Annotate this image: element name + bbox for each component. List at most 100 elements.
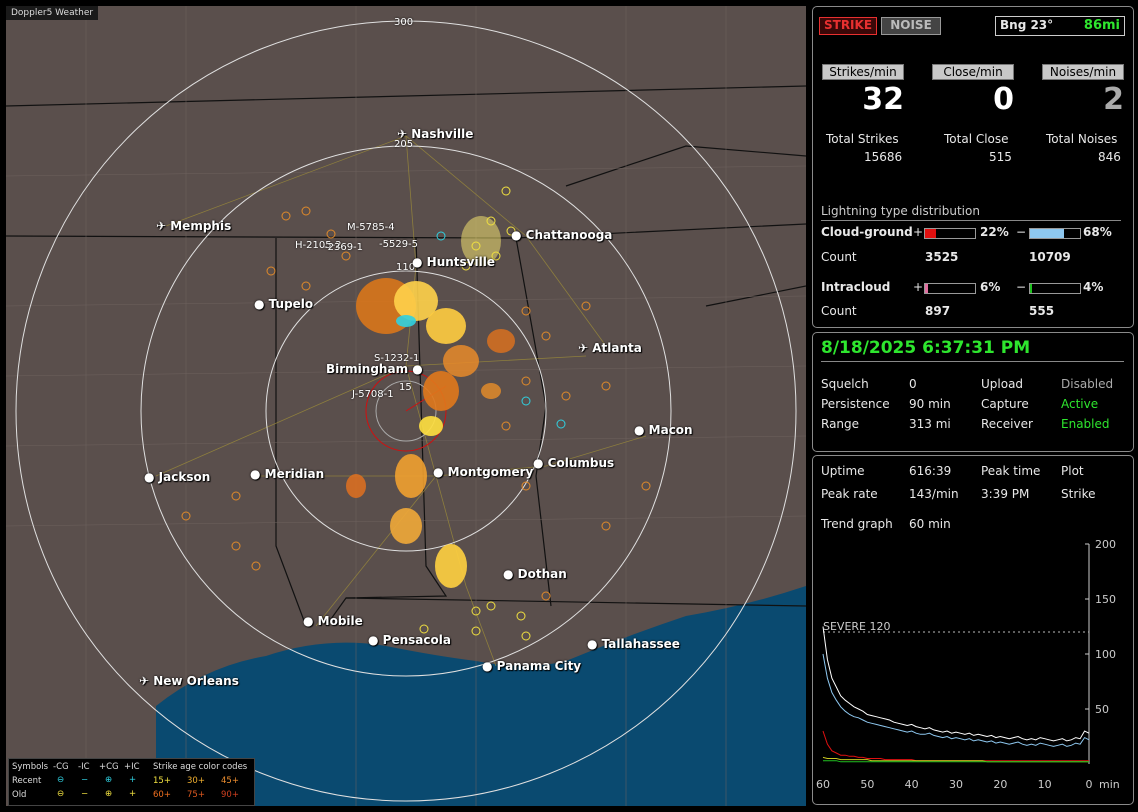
legend-recent-label: Recent bbox=[12, 776, 42, 786]
cg-negative-count: 10709 bbox=[1029, 250, 1071, 264]
strikes-per-min-header: Strikes/min bbox=[822, 64, 904, 80]
upload-label: Upload bbox=[981, 377, 1024, 391]
pos-ic-recent-icon: + bbox=[129, 775, 137, 785]
city-memphis: ✈ Memphis bbox=[156, 219, 232, 233]
plot-value: Strike bbox=[1061, 487, 1096, 501]
peak-rate-value: 143/min bbox=[909, 487, 959, 501]
x-tick-label: 40 bbox=[905, 778, 919, 791]
total-strikes: 15686 bbox=[864, 150, 903, 164]
close-per-min: 0 bbox=[993, 82, 1014, 117]
range-label-300: 300 bbox=[394, 17, 414, 28]
ic-positive-count: 897 bbox=[925, 304, 951, 318]
city-macon: ● Macon bbox=[634, 423, 693, 437]
bearing-value: Bng 23° bbox=[1000, 18, 1054, 32]
storm-label: -5529-5 bbox=[379, 239, 419, 250]
pos-ic-old-icon: + bbox=[129, 789, 137, 799]
airport-icon: ✈ bbox=[397, 127, 412, 141]
settings-panel: 8/18/2025 6:37:31 PM Squelch 0 Upload Di… bbox=[812, 332, 1134, 452]
airport-icon: ✈ bbox=[156, 219, 171, 233]
age-30: 30+ bbox=[187, 776, 205, 786]
airport-icon: ✈ bbox=[578, 341, 593, 355]
squelch-label: Squelch bbox=[821, 377, 869, 391]
x-tick-label: 20 bbox=[993, 778, 1007, 791]
trend-panel: Uptime 616:39 Peak time Plot Peak rate 1… bbox=[812, 455, 1134, 805]
city-dot-icon: ● bbox=[412, 255, 427, 269]
y-tick-label: 100 bbox=[1095, 648, 1116, 661]
pos-cg-old-icon: ⊕ bbox=[105, 789, 113, 799]
city-dot-icon: ● bbox=[482, 659, 497, 673]
y-tick-label: 150 bbox=[1095, 593, 1116, 606]
neg-ic-recent-icon: − bbox=[81, 775, 89, 785]
trend-graph-value: 60 min bbox=[909, 517, 951, 531]
city-new-orleans: ✈ New Orleans bbox=[139, 674, 239, 688]
map-title: Doppler5 Weather bbox=[6, 6, 99, 20]
uptime-value: 616:39 bbox=[909, 464, 952, 478]
neg-cg-recent-icon: ⊖ bbox=[57, 775, 65, 785]
city-huntsville: ● Huntsville bbox=[412, 255, 495, 269]
pos-cg-recent-icon: ⊕ bbox=[105, 775, 113, 785]
strikes-per-min: 32 bbox=[862, 82, 904, 117]
x-tick-label: 30 bbox=[949, 778, 963, 791]
city-chattanooga: ● Chattanooga bbox=[511, 228, 613, 242]
squelch-value: 0 bbox=[909, 377, 917, 391]
current-datetime: 8/18/2025 6:37:31 PM bbox=[821, 338, 1031, 358]
city-dothan: ● Dothan bbox=[503, 567, 567, 581]
cg-positive-pct: 22% bbox=[980, 225, 1009, 239]
ic-negative-count: 555 bbox=[1029, 304, 1055, 318]
city-dot-icon: ● bbox=[254, 297, 269, 311]
x-tick-label: 50 bbox=[860, 778, 874, 791]
city-montgomery: ● Montgomery bbox=[433, 465, 534, 479]
cloud-ground-label: Cloud-ground bbox=[821, 225, 913, 239]
persistence-label: Persistence bbox=[821, 397, 890, 411]
ic-count-label: Count bbox=[821, 304, 857, 318]
city-dot-icon: ● bbox=[587, 637, 602, 651]
neg-ic-old-icon: − bbox=[81, 789, 89, 799]
city-jackson: ● Jackson bbox=[144, 470, 211, 484]
cg-positive-bar bbox=[924, 228, 976, 239]
total-strikes-label: Total Strikes bbox=[826, 132, 899, 146]
cg-plus-sign: + bbox=[913, 225, 924, 239]
ic-plus-sign: + bbox=[913, 280, 924, 294]
city-dot-icon: ● bbox=[408, 362, 423, 376]
lightning-map[interactable]: Doppler5 Weather 300 205 110 15 M-5785-4… bbox=[6, 6, 806, 806]
range-label: Range bbox=[821, 417, 860, 431]
ic-positive-pct: 6% bbox=[980, 280, 1001, 294]
noises-per-min-header: Noises/min bbox=[1042, 64, 1124, 80]
age-75: 75+ bbox=[187, 790, 205, 800]
noise-button[interactable]: NOISE bbox=[881, 17, 941, 35]
total-noises-label: Total Noises bbox=[1046, 132, 1118, 146]
x-tick-label: 0 bbox=[1086, 778, 1093, 791]
y-tick-label: 50 bbox=[1095, 703, 1109, 716]
legend-old-label: Old bbox=[12, 790, 27, 800]
peak-time-value: 3:39 PM bbox=[981, 487, 1030, 501]
y-tick-label: 200 bbox=[1095, 538, 1116, 551]
distance-value: 86mi bbox=[1083, 18, 1120, 33]
range-label-15: 15 bbox=[399, 382, 412, 393]
peak-rate-label: Peak rate bbox=[821, 487, 878, 501]
city-nashville: ✈ Nashville bbox=[397, 127, 474, 141]
trend-series-line bbox=[822, 730, 1089, 762]
peak-time-label: Peak time bbox=[981, 464, 1041, 478]
legend-age-title: Strike age color codes bbox=[153, 762, 248, 772]
uptime-label: Uptime bbox=[821, 464, 865, 478]
airport-icon: ✈ bbox=[139, 674, 154, 688]
city-atlanta: ✈ Atlanta bbox=[578, 341, 642, 355]
city-tallahassee: ● Tallahassee bbox=[587, 637, 680, 651]
legend-symbols-label: Symbols bbox=[12, 762, 49, 772]
storm-label: -2369-1 bbox=[324, 242, 364, 253]
legend-col: +CG bbox=[99, 762, 119, 772]
city-dot-icon: ● bbox=[511, 228, 526, 242]
city-dot-icon: ● bbox=[144, 470, 159, 484]
storm-label: M-5785-4 bbox=[347, 222, 395, 233]
cg-minus-sign: − bbox=[1016, 225, 1027, 239]
strike-button[interactable]: STRIKE bbox=[819, 17, 877, 35]
persistence-value: 90 min bbox=[909, 397, 951, 411]
total-close-label: Total Close bbox=[944, 132, 1009, 146]
age-15: 15+ bbox=[153, 776, 171, 786]
ic-minus-sign: − bbox=[1016, 280, 1027, 294]
symbol-legend: Symbols -CG -IC +CG +IC Strike age color… bbox=[8, 758, 255, 806]
city-panama-city: ● Panama City bbox=[482, 659, 582, 673]
legend-col: -CG bbox=[53, 762, 69, 772]
map-canvas bbox=[6, 6, 806, 806]
x-axis-label: min bbox=[1099, 778, 1120, 791]
